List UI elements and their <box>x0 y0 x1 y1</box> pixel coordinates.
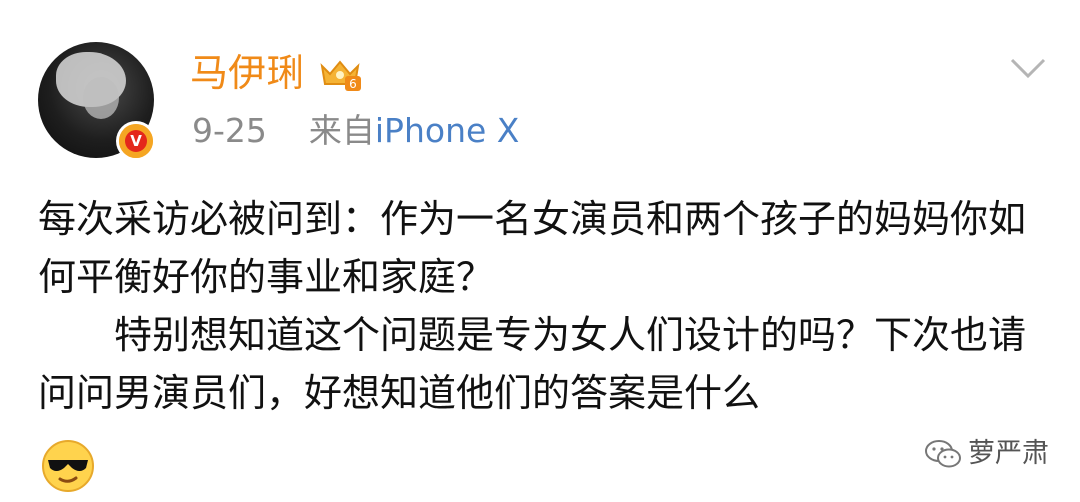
verified-icon-letter: V <box>125 130 147 152</box>
crown-member-icon: 6 <box>320 60 361 91</box>
source-prefix: 来自 <box>308 111 375 150</box>
post-paragraph: 每次采访必被问到：作为一名女演员和两个孩子的妈妈你如何平衡好你的事业和家庭？ <box>38 197 1027 299</box>
watermark-text: 萝严肃 <box>968 438 1049 469</box>
chevron-down-icon[interactable] <box>1008 54 1048 82</box>
author-name[interactable]: 马伊琍 <box>190 48 304 98</box>
cool-sunglasses-emoji-icon <box>42 440 94 492</box>
post-date: 9-25 <box>192 111 267 150</box>
level-number: 6 <box>349 77 357 91</box>
verified-icon: V <box>116 121 156 161</box>
post-body: 每次采访必被问到：作为一名女演员和两个孩子的妈妈你如何平衡好你的事业和家庭？ 特… <box>38 190 1048 422</box>
meta-spacer <box>277 111 298 150</box>
post-paragraph: 特别想知道这个问题是专为女人们设计的吗？下次也请问问男演员们，好想知道他们的答案… <box>38 313 1027 415</box>
post-meta: 9-25 来自iPhone X <box>192 108 519 154</box>
wechat-icon <box>925 440 961 468</box>
source-device-link[interactable]: iPhone X <box>375 111 520 150</box>
avatar-face-shape <box>83 77 119 119</box>
